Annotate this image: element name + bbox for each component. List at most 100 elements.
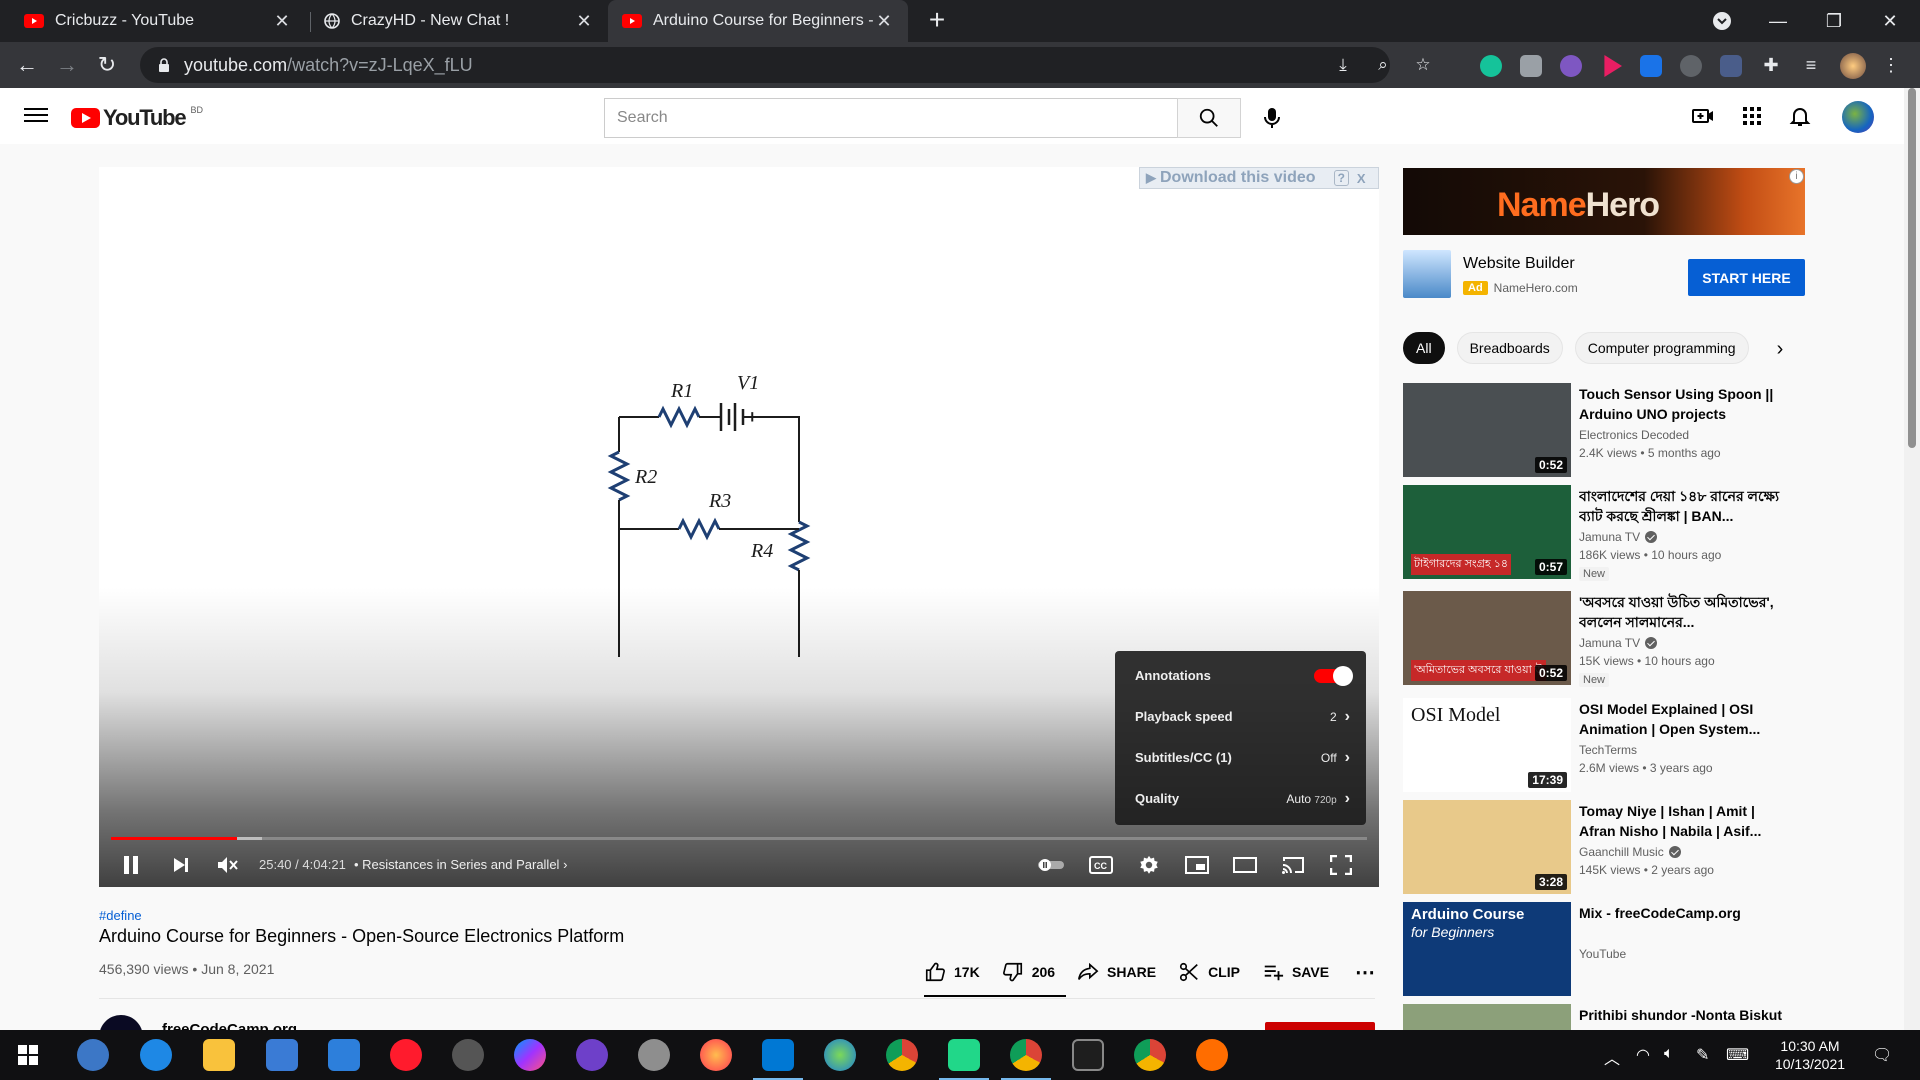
clip-button[interactable]: CLIP [1178, 961, 1240, 983]
channel-name[interactable]: freeCodeCamp.org [162, 1021, 297, 1038]
ad-title[interactable]: Website Builder [1463, 255, 1575, 273]
settings-quality[interactable]: Quality Auto 720p › [1115, 778, 1366, 819]
create-video-icon[interactable] [1691, 104, 1715, 128]
recommendation-title[interactable]: 'অবসরে যাওয়া উচিত অমিতাভের', বললেন সালম… [1579, 592, 1789, 632]
recommendation-item[interactable]: OSI Model 17:39 OSI Model Explained | OSI … [1403, 698, 1823, 794]
pen-extension-icon[interactable] [1720, 55, 1742, 77]
windows-start-icon[interactable] [18, 1045, 38, 1065]
video-thumbnail[interactable]: টাইগারদের সংগ্রহ ১৪ 0:57 [1403, 485, 1571, 579]
cast-button[interactable] [1275, 843, 1311, 887]
keyboard-icon[interactable]: ⌨ [1726, 1045, 1749, 1065]
search-button[interactable] [1177, 98, 1241, 138]
pen-icon[interactable]: ✎ [1696, 1045, 1709, 1065]
close-window-button[interactable]: ✕ [1862, 0, 1918, 42]
recommendation-title[interactable]: Tomay Niye | Ishan | Amit | Afran Nisho … [1579, 801, 1789, 841]
chrome-icon[interactable] [886, 1039, 918, 1071]
github-icon[interactable] [576, 1039, 608, 1071]
paint-icon[interactable] [638, 1039, 670, 1071]
chrome-profile-icon[interactable] [1134, 1039, 1166, 1071]
flag-extension-icon[interactable] [1604, 55, 1622, 77]
pycharm-icon[interactable] [939, 1039, 989, 1080]
zoom-icon[interactable]: ⌕ [1368, 47, 1398, 83]
scrollbar-thumb[interactable] [1908, 88, 1916, 448]
grammarly-extension-icon[interactable] [1480, 55, 1502, 77]
back-button[interactable]: ← [12, 50, 42, 80]
puzzle-extensions-icon[interactable]: ✚ [1760, 55, 1782, 77]
tab-close-icon[interactable]: ✕ [272, 11, 292, 32]
settings-playback-speed[interactable]: Playback speed 2 › [1115, 696, 1366, 737]
video-thumbnail[interactable]: 3:28 [1403, 800, 1571, 894]
close-icon[interactable]: X [1357, 171, 1366, 186]
subtitles-button[interactable]: CC [1083, 843, 1119, 887]
recommendation-title[interactable]: Touch Sensor Using Spoon || Arduino UNO … [1579, 384, 1789, 424]
settings-subtitles[interactable]: Subtitles/CC (1) Off › [1115, 737, 1366, 778]
chevron-right-icon[interactable]: › [1766, 335, 1794, 363]
video-thumbnail[interactable]: Arduino Course for Beginners [1403, 902, 1571, 996]
new-tab-button[interactable]: + [922, 6, 952, 36]
chip-breadboards[interactable]: Breadboards [1456, 332, 1563, 364]
more-actions-button[interactable]: ⋯ [1355, 960, 1375, 985]
globe-app-icon[interactable] [824, 1039, 856, 1071]
chip-computer-programming[interactable]: Computer programming [1574, 332, 1749, 364]
chapter-title[interactable]: • Resistances in Series and Parallel › [354, 857, 567, 872]
browser-tab-1[interactable]: Cricbuzz - YouTube ✕ [0, 0, 306, 42]
app-icon[interactable] [452, 1039, 484, 1071]
ad-thumbnail[interactable] [1403, 250, 1451, 298]
search-input[interactable] [617, 109, 1178, 127]
annotations-toggle[interactable] [1314, 665, 1353, 686]
theater-mode-button[interactable] [1227, 843, 1263, 887]
like-button[interactable]: 17K [924, 961, 980, 983]
tab-search-button[interactable] [1694, 0, 1750, 42]
app-icon[interactable] [1196, 1039, 1228, 1071]
chrome-icon[interactable] [1001, 1039, 1051, 1080]
page-scrollbar[interactable] [1904, 88, 1920, 1030]
camera-extension-icon[interactable] [1520, 55, 1542, 77]
messenger-icon[interactable] [514, 1039, 546, 1071]
browser-menu-icon[interactable]: ⋮ [1880, 55, 1902, 77]
pause-button[interactable] [113, 843, 149, 887]
firefox-icon[interactable] [700, 1039, 732, 1071]
autoplay-toggle[interactable] [1033, 843, 1069, 887]
opera-icon[interactable] [390, 1039, 422, 1071]
qbittorrent-icon[interactable] [77, 1039, 109, 1071]
recommendation-item[interactable]: Arduino Course for Beginners Mix - freeCod… [1403, 902, 1823, 998]
recommendation-title[interactable]: OSI Model Explained | OSI Animation | Op… [1579, 699, 1789, 739]
progress-bar[interactable] [111, 837, 1367, 840]
mute-button[interactable] [209, 843, 245, 887]
recommendation-title[interactable]: Mix - freeCodeCamp.org [1579, 903, 1789, 923]
edge-icon[interactable] [140, 1039, 172, 1071]
save-button[interactable]: SAVE [1262, 961, 1329, 983]
apps-grid-icon[interactable] [1740, 104, 1764, 128]
notifications-bell-icon[interactable] [1788, 104, 1812, 128]
share-button[interactable]: SHARE [1077, 961, 1156, 983]
video-thumbnail[interactable]: OSI Model 17:39 [1403, 698, 1571, 792]
menu-icon[interactable] [24, 104, 48, 128]
video-hashtag[interactable]: #define [99, 908, 142, 923]
tab-close-icon[interactable]: ✕ [574, 11, 594, 32]
fullscreen-button[interactable] [1323, 843, 1359, 887]
minimize-button[interactable]: — [1750, 0, 1806, 42]
file-explorer-icon[interactable] [203, 1039, 235, 1071]
system-clock[interactable]: 10:30 AM 10/13/2021 [1760, 1037, 1860, 1073]
reload-button[interactable]: ↻ [92, 50, 122, 80]
download-video-banner[interactable]: ▶ Download this video ? X [1139, 167, 1379, 189]
settings-button[interactable] [1131, 843, 1167, 887]
ad-info-icon[interactable]: i [1789, 169, 1804, 184]
download-extension-icon[interactable] [1640, 55, 1662, 77]
recommendation-title[interactable]: বাংলাদেশের দেয়া ১৪৮ রানের লক্ষ্যে ব্যাট… [1579, 486, 1789, 526]
recommendation-item[interactable]: টাইগারদের সংগ্রহ ১৪ 0:57 বাংলাদেশের দেয়া … [1403, 485, 1823, 581]
volume-icon[interactable]: 🔈︎ [1664, 1045, 1674, 1063]
ad-start-here-button[interactable]: START HERE [1688, 259, 1805, 296]
microsoft-store-icon[interactable] [266, 1039, 298, 1071]
browser-tab-3[interactable]: Arduino Course for Beginners - O ✕ [608, 0, 908, 42]
profile-avatar[interactable] [1840, 53, 1866, 79]
chevron-up-icon[interactable]: ︿ [1604, 1045, 1620, 1069]
help-icon[interactable]: ? [1333, 170, 1349, 186]
settings-annotations[interactable]: Annotations [1115, 655, 1366, 696]
maximize-button[interactable]: ❐ [1806, 0, 1862, 42]
terminal-icon[interactable] [1072, 1039, 1104, 1071]
recommendation-item[interactable]: 'অমিতাভের অবসরে যাওয়া উ 0:52 'অবসরে যাওয়… [1403, 591, 1823, 687]
install-app-icon[interactable]: ⤓ [1328, 47, 1358, 83]
video-thumbnail[interactable]: 'অমিতাভের অবসরে যাওয়া উ 0:52 [1403, 591, 1571, 685]
mail-icon[interactable] [328, 1039, 360, 1071]
